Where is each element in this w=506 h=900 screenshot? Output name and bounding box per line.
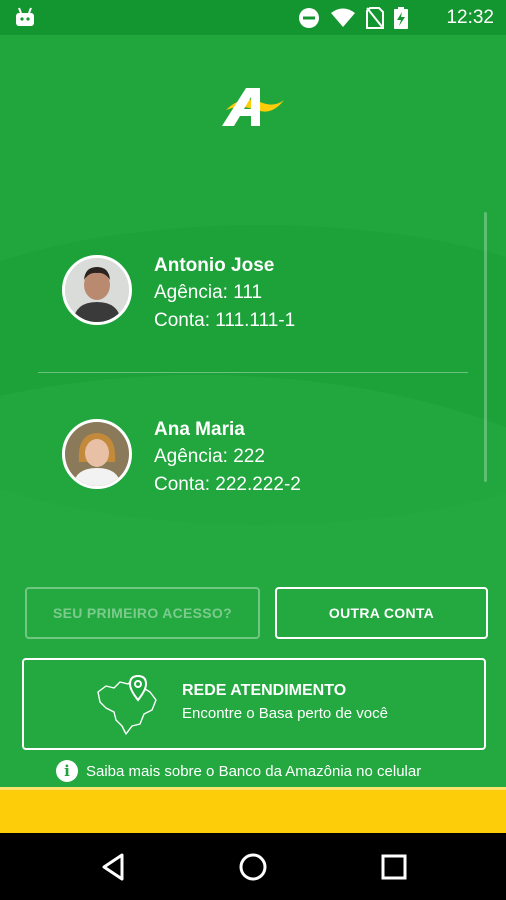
- brazil-map-pin-icon: [97, 674, 157, 735]
- accounts-scrollbar[interactable]: [484, 212, 487, 482]
- back-icon[interactable]: [98, 851, 130, 883]
- do-not-disturb-icon: [299, 8, 319, 28]
- recents-icon[interactable]: [378, 851, 410, 883]
- account-name: Antonio Jose: [154, 255, 275, 276]
- android-icon: [16, 7, 34, 26]
- learn-more-link[interactable]: i Saiba mais sobre o Banco da Amazônia n…: [56, 760, 421, 782]
- avatar: [62, 419, 132, 489]
- info-icon: i: [56, 760, 78, 782]
- status-bar: 12:32: [0, 0, 506, 35]
- navigation-bar: [0, 833, 506, 900]
- network-subtitle: Encontre o Basa perto de você: [182, 705, 388, 722]
- account-number: Conta: 111.111-1: [154, 310, 296, 331]
- wifi-icon: [331, 8, 355, 27]
- account-item[interactable]: Antonio Jose Agência: 111 Conta: 111.111…: [62, 255, 462, 345]
- divider: [38, 372, 468, 373]
- login-screen: Antonio Jose Agência: 111 Conta: 111.111…: [0, 35, 506, 787]
- home-icon[interactable]: [237, 851, 269, 883]
- account-number: Conta: 222.222-2: [154, 474, 301, 495]
- status-time: 12:32: [446, 7, 494, 28]
- status-icons: [298, 7, 408, 29]
- account-agency: Agência: 222: [154, 446, 265, 467]
- first-access-button[interactable]: SEU PRIMEIRO ACESSO?: [25, 587, 260, 639]
- service-network-button[interactable]: REDE ATENDIMENTO Encontre o Basa perto d…: [22, 658, 486, 750]
- network-title: REDE ATENDIMENTO: [182, 682, 347, 699]
- learn-more-text: Saiba mais sobre o Banco da Amazônia no …: [86, 762, 422, 780]
- account-name: Ana Maria: [154, 419, 245, 440]
- basa-logo: [222, 88, 284, 126]
- battery-charging-icon: [394, 7, 408, 29]
- account-item[interactable]: Ana Maria Agência: 222 Conta: 222.222-2: [62, 419, 462, 509]
- other-account-button[interactable]: OUTRA CONTA: [275, 587, 488, 639]
- no-sim-icon: [366, 7, 384, 29]
- brand-bar: [0, 787, 506, 833]
- avatar: [62, 255, 132, 325]
- account-agency: Agência: 111: [154, 282, 263, 303]
